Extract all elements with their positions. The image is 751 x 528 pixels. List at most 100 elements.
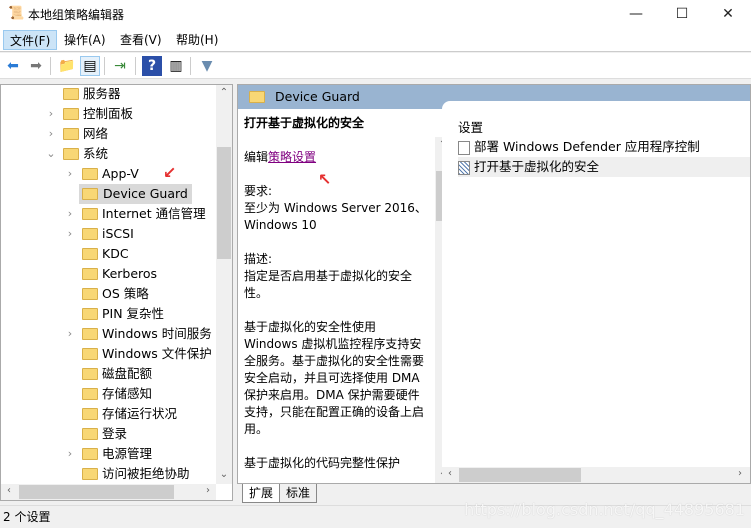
menu-view[interactable]: 查看(V): [114, 30, 168, 50]
scroll-thumb[interactable]: [217, 147, 231, 259]
show-hide-tree-icon[interactable]: ▤: [80, 56, 100, 76]
maximize-button[interactable]: ☐: [659, 0, 705, 28]
description-paragraph: 基于虚拟化的代码完整性保护: [244, 456, 401, 470]
chevron-right-icon[interactable]: ›: [45, 104, 57, 124]
tree-item-label: Windows 时间服务: [102, 326, 212, 341]
tree-item[interactable]: 存储运行状况: [1, 404, 216, 424]
tree-item[interactable]: 存储感知: [1, 384, 216, 404]
menu-file[interactable]: 文件(F): [3, 30, 58, 50]
tree-item[interactable]: › iSCSI: [1, 224, 216, 244]
list-item-selected[interactable]: 打开基于虚拟化的安全: [458, 157, 750, 177]
folder-icon: [63, 88, 79, 100]
tree-item-label: App-V: [102, 166, 139, 181]
requirements-text: 至少为 Windows Server 2016、Windows 10: [244, 201, 427, 232]
tree-item[interactable]: PIN 复杂性: [1, 304, 216, 324]
tree-item[interactable]: 访问被拒绝协助: [1, 464, 216, 484]
scroll-right-icon[interactable]: ›: [732, 468, 748, 479]
scroll-thumb[interactable]: [459, 468, 581, 482]
scroll-left-icon[interactable]: ‹: [1, 485, 17, 496]
scroll-left-icon[interactable]: ‹: [442, 468, 458, 479]
tree-horizontal-scrollbar[interactable]: ‹ ›: [1, 484, 216, 500]
folder-icon: [82, 368, 98, 380]
chevron-right-icon[interactable]: ›: [64, 444, 76, 464]
folder-icon: [82, 168, 98, 180]
folder-icon: [82, 448, 98, 460]
folder-icon: [82, 288, 98, 300]
folder-icon: [82, 348, 98, 360]
chevron-right-icon[interactable]: ›: [64, 164, 76, 184]
chevron-right-icon[interactable]: ›: [45, 124, 57, 144]
details-pane: Device Guard 打开基于虚拟化的安全 编辑策略设置 要求: 至少为 W…: [237, 84, 751, 484]
export-list-icon[interactable]: ⇥: [110, 56, 130, 76]
folder-icon: [63, 128, 79, 140]
list-item-label: 打开基于虚拟化的安全: [474, 159, 600, 174]
settings-column-header[interactable]: 设置: [458, 117, 483, 136]
window-title: 本地组策略编辑器: [28, 8, 125, 22]
tree-item[interactable]: 服务器: [1, 85, 216, 104]
chevron-right-icon[interactable]: ›: [64, 324, 76, 344]
tree-item-label: 存储感知: [102, 386, 153, 401]
forward-icon[interactable]: ➡: [26, 56, 46, 76]
tree-item-label: Kerberos: [102, 266, 158, 281]
folder-icon: [82, 208, 98, 220]
toolbar: ⬅ ➡ 📁 ▤ ⇥ ? ▥ ▼: [0, 53, 751, 79]
tree-item-label: 访问被拒绝协助: [102, 466, 190, 481]
help-icon[interactable]: ?: [142, 56, 162, 76]
scroll-up-icon[interactable]: ⌃: [216, 87, 232, 98]
tree-item-label: OS 策略: [102, 286, 149, 301]
settings-horizontal-scrollbar[interactable]: ‹ ›: [442, 467, 750, 483]
tree-item[interactable]: 登录: [1, 424, 216, 444]
up-folder-icon[interactable]: 📁: [57, 56, 77, 76]
menu-help[interactable]: 帮助(H): [170, 30, 224, 50]
tree-item[interactable]: OS 策略: [1, 284, 216, 304]
chevron-right-icon[interactable]: ›: [64, 204, 76, 224]
list-item[interactable]: 部署 Windows Defender 应用程序控制: [458, 137, 700, 157]
scroll-thumb[interactable]: [19, 485, 174, 499]
close-button[interactable]: ✕: [705, 0, 751, 28]
description-panel: 打开基于虚拟化的安全 编辑策略设置 要求: 至少为 Windows Server…: [238, 109, 435, 483]
folder-icon: [82, 268, 98, 280]
requirements-label: 要求:: [244, 184, 273, 198]
folder-icon: [82, 408, 98, 420]
tree-item[interactable]: Windows 文件保护: [1, 344, 216, 364]
tree-item[interactable]: › 网络: [1, 124, 216, 144]
tree-item[interactable]: › 控制面板: [1, 104, 216, 124]
policy-title: 打开基于虚拟化的安全: [244, 116, 365, 130]
tab-standard[interactable]: 标准: [279, 484, 318, 503]
tree-item-label: Windows 文件保护: [102, 346, 212, 361]
pane-header-title: Device Guard: [275, 89, 360, 104]
menu-bar: 文件(F) 操作(A) 查看(V) 帮助(H): [0, 28, 751, 52]
show-action-pane-icon[interactable]: ▥: [166, 56, 186, 76]
chevron-down-icon[interactable]: ⌄: [45, 144, 57, 164]
tree-item[interactable]: › Internet 通信管理: [1, 204, 216, 224]
watermark: https://blog.csdn.net/qq_44895681: [464, 500, 745, 519]
tree-item-label: 磁盘配额: [102, 366, 153, 381]
list-item-label: 部署 Windows Defender 应用程序控制: [474, 139, 700, 154]
folder-icon: [82, 468, 98, 480]
folder-icon: [82, 428, 98, 440]
tree-item-label: 网络: [83, 126, 109, 141]
tree-item[interactable]: KDC: [1, 244, 216, 264]
tree-item-label: iSCSI: [102, 226, 134, 241]
scroll-right-icon[interactable]: ›: [200, 485, 216, 496]
tree-item[interactable]: Device Guard: [1, 184, 216, 204]
tree-item[interactable]: › 电源管理: [1, 444, 216, 464]
back-icon[interactable]: ⬅: [3, 56, 23, 76]
chevron-right-icon[interactable]: ›: [64, 224, 76, 244]
settings-list: 设置 部署 Windows Defender 应用程序控制 打开基于虚拟化的安全…: [442, 101, 750, 483]
title-bar: 📜 本地组策略编辑器 — ☐ ✕: [0, 0, 751, 28]
tree-item[interactable]: ⌄ 系统: [1, 144, 216, 164]
minimize-button[interactable]: —: [613, 0, 659, 28]
annotation-arrow: ↖: [318, 170, 332, 189]
filter-icon[interactable]: ▼: [197, 56, 217, 76]
tree-vertical-scrollbar[interactable]: ⌃ ⌄: [216, 85, 232, 484]
tree-item[interactable]: › App-V: [1, 164, 216, 184]
scroll-down-icon[interactable]: ⌄: [216, 469, 232, 480]
tab-extended[interactable]: 扩展: [242, 484, 281, 503]
app-icon: 📜: [8, 6, 25, 21]
tree-item[interactable]: 磁盘配额: [1, 364, 216, 384]
tree-item[interactable]: Kerberos: [1, 264, 216, 284]
tree-item[interactable]: › Windows 时间服务: [1, 324, 216, 344]
edit-policy-settings-link[interactable]: 策略设置: [268, 150, 316, 164]
menu-action[interactable]: 操作(A): [58, 30, 112, 50]
